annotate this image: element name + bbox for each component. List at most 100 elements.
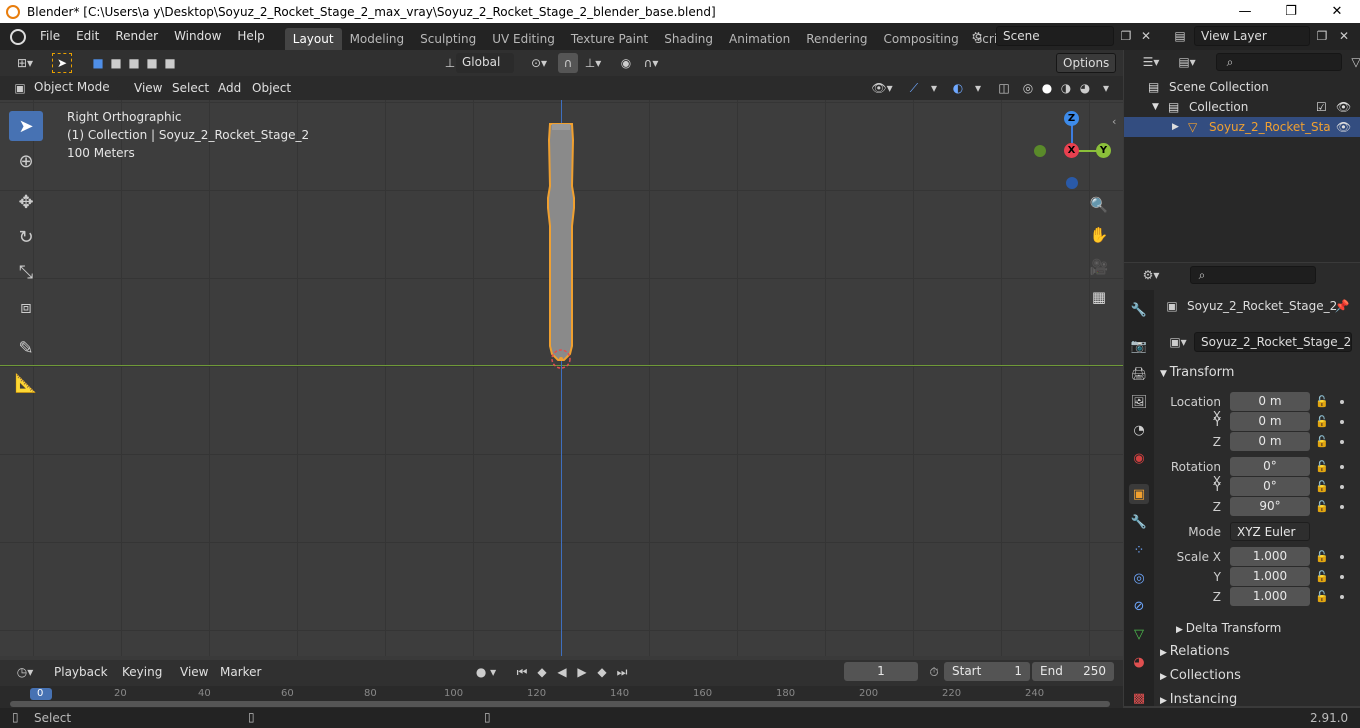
menu-help[interactable]: Help — [229, 23, 272, 50]
lock-location-y-icon[interactable]: 🔓 — [1315, 415, 1329, 428]
snap-icon[interactable]: ∩ — [558, 53, 578, 73]
overlay-toggle-icon[interactable]: ◐ — [948, 78, 968, 98]
keyframe-dot[interactable] — [1340, 465, 1344, 469]
world-tab-icon[interactable]: ◉ — [1129, 448, 1149, 468]
wireframe-shading-icon[interactable]: ◎ — [1018, 78, 1038, 98]
filter-icon[interactable]: ▽ — [1346, 52, 1360, 72]
select-subtract-icon[interactable]: ■ — [124, 53, 144, 73]
delta-transform-section[interactable]: ▶ Delta Transform — [1176, 621, 1281, 635]
gizmo-x-axis[interactable]: X — [1064, 143, 1079, 158]
rendered-shading-icon[interactable]: ◕ — [1075, 78, 1095, 98]
keyframe-dot[interactable] — [1340, 505, 1344, 509]
mode-select[interactable]: Object Mode — [28, 78, 120, 98]
tab-compositing[interactable]: Compositing — [875, 28, 966, 50]
gizmo-y-axis[interactable]: Y — [1096, 143, 1111, 158]
properties-editor-icon[interactable]: ⚙▾ — [1136, 265, 1166, 285]
delete-view-layer-icon[interactable]: ✕ — [1334, 26, 1354, 46]
location-y-field[interactable]: 0 m — [1230, 412, 1310, 431]
new-view-layer-icon[interactable]: ❐ — [1312, 26, 1332, 46]
gizmo-neg-z-axis[interactable] — [1066, 177, 1078, 189]
tool-tab-icon[interactable]: 🔧 — [1129, 300, 1149, 320]
timeline-menu-keying[interactable]: Keying — [114, 659, 170, 686]
transform-tool-icon[interactable]: ⧈ — [9, 292, 43, 322]
keyframe-dot[interactable] — [1340, 595, 1344, 599]
current-frame-field[interactable]: 1 — [844, 662, 918, 681]
select-extend-icon[interactable]: ■ — [106, 53, 126, 73]
jump-end-icon[interactable]: ⏭ — [612, 662, 632, 682]
menu-window[interactable]: Window — [166, 23, 229, 50]
relations-section[interactable]: ▶ Relations — [1160, 644, 1230, 659]
proportional-edit-icon[interactable]: ◉ — [616, 53, 636, 73]
zoom-icon[interactable]: 🔍 — [1088, 194, 1110, 216]
pan-hand-icon[interactable]: ✋ — [1088, 224, 1110, 246]
render-tab-icon[interactable]: 📷 — [1129, 336, 1149, 356]
scale-tool-icon[interactable]: ⤡ — [9, 257, 43, 287]
output-tab-icon[interactable]: 🖨 — [1129, 364, 1149, 384]
pin-icon[interactable]: 📌 — [1332, 296, 1352, 316]
timeline-menu-view[interactable]: View — [172, 659, 216, 686]
scale-x-field[interactable]: 1.000 — [1230, 547, 1310, 566]
lock-rotation-y-icon[interactable]: 🔓 — [1315, 480, 1329, 493]
perspective-grid-icon[interactable]: ▦ — [1088, 286, 1110, 308]
gizmo-dropdown-icon[interactable]: ▾ — [924, 78, 944, 98]
object-name-field[interactable]: Soyuz_2_Rocket_Stage_2 — [1194, 332, 1352, 352]
lock-location-x-icon[interactable]: 🔓 — [1315, 395, 1329, 408]
data-tab-icon[interactable]: ▽ — [1129, 624, 1149, 644]
tab-texture-paint[interactable]: Texture Paint — [563, 28, 656, 50]
3d-viewport[interactable]: ➤ ⊕ ✥ ↻ ⤡ ⧈ ✎ 📐 Right Orthographic (1) C… — [0, 100, 1123, 656]
select-invert-icon[interactable]: ■ — [142, 53, 162, 73]
rotation-mode-select[interactable]: XYZ Euler — [1230, 522, 1310, 541]
play-icon[interactable]: ▶ — [572, 662, 592, 682]
menu-edit[interactable]: Edit — [68, 23, 107, 50]
timeline-menu-playback[interactable]: Playback — [46, 659, 116, 686]
next-keyframe-icon[interactable]: ◆ — [592, 662, 612, 682]
move-tool-icon[interactable]: ✥ — [9, 187, 43, 217]
lock-rotation-z-icon[interactable]: 🔓 — [1315, 500, 1329, 513]
minimize-button[interactable]: — — [1222, 0, 1268, 23]
tab-uv-editing[interactable]: UV Editing — [484, 28, 563, 50]
modifier-tab-icon[interactable]: 🔧 — [1129, 512, 1149, 532]
gizmo-neg-y-axis[interactable] — [1034, 145, 1046, 157]
location-x-field[interactable]: 0 m — [1230, 392, 1310, 411]
editor-type-icon[interactable]: ⊞▾ — [10, 53, 40, 73]
delete-scene-icon[interactable]: ✕ — [1136, 26, 1156, 46]
select-mode-icon[interactable]: ➤ — [52, 53, 72, 73]
annotate-tool-icon[interactable]: ✎ — [9, 333, 43, 363]
scale-z-field[interactable]: 1.000 — [1230, 587, 1310, 606]
tab-rendering[interactable]: Rendering — [798, 28, 875, 50]
maximize-button[interactable]: ❐ — [1268, 0, 1314, 23]
view-layer-field[interactable]: View Layer — [1194, 26, 1310, 46]
select-box-tool-icon[interactable]: ➤ — [9, 111, 43, 141]
shading-dropdown-icon[interactable]: ▾ — [1096, 78, 1116, 98]
close-button[interactable]: ✕ — [1314, 0, 1360, 23]
end-frame-field[interactable]: End 250 — [1032, 662, 1114, 681]
display-mode-icon[interactable]: ▤▾ — [1172, 52, 1202, 72]
play-reverse-icon[interactable]: ◀ — [552, 662, 572, 682]
rotation-x-field[interactable]: 0° — [1230, 457, 1310, 476]
material-tab-icon[interactable]: ◕ — [1129, 652, 1149, 672]
options-dropdown[interactable]: Options — [1056, 53, 1116, 73]
blender-menu-icon[interactable] — [10, 28, 26, 45]
material-shading-icon[interactable]: ◑ — [1056, 78, 1076, 98]
scene-field[interactable]: Scene — [996, 26, 1114, 46]
constraints-tab-icon[interactable]: ⊘ — [1129, 596, 1149, 616]
rotation-z-field[interactable]: 90° — [1230, 497, 1310, 516]
lock-rotation-x-icon[interactable]: 🔓 — [1315, 460, 1329, 473]
pivot-icon[interactable]: ⊙▾ — [524, 53, 554, 73]
keyframe-dot[interactable] — [1340, 555, 1344, 559]
collection-checkbox[interactable]: ☑ — [1316, 97, 1327, 117]
prev-keyframe-icon[interactable]: ◆ — [532, 662, 552, 682]
menu-render[interactable]: Render — [107, 23, 166, 50]
tab-animation[interactable]: Animation — [721, 28, 798, 50]
scene-icon[interactable]: ⛭ — [967, 26, 987, 46]
outliner-row-scene-collection[interactable]: ▤ Scene Collection — [1124, 77, 1360, 97]
select-intersect-icon[interactable]: ■ — [160, 53, 180, 73]
collections-section[interactable]: ▶ Collections — [1160, 668, 1241, 683]
view-layer-icon[interactable]: ▤ — [1166, 26, 1194, 46]
keyframe-dot[interactable] — [1340, 420, 1344, 424]
collection-visibility-icon[interactable]: 👁 — [1336, 97, 1351, 117]
viewport-menu-object[interactable]: Object — [244, 75, 299, 102]
scene-tab-icon[interactable]: ◔ — [1129, 420, 1149, 440]
rotate-tool-icon[interactable]: ↻ — [9, 222, 43, 252]
outliner-row-object[interactable]: ▶ ▽ Soyuz_2_Rocket_Sta 👁 — [1124, 117, 1360, 137]
